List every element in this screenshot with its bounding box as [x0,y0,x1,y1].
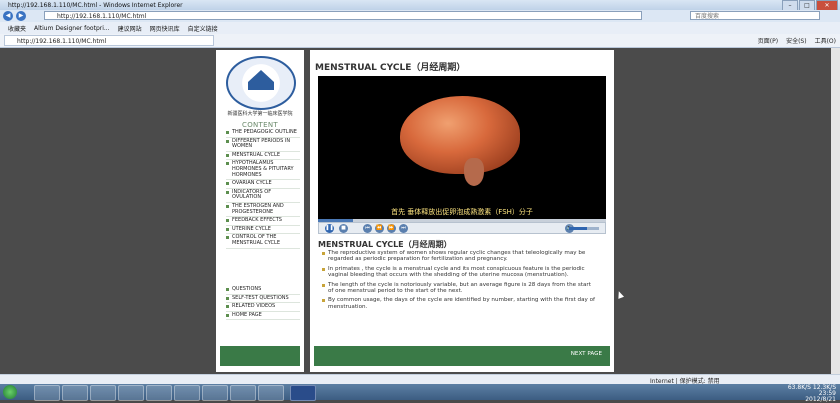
address-input[interactable]: http://192.168.1.110/MC.html [44,11,642,20]
favorite-link[interactable]: 网页快讯库 [150,24,180,33]
next-icon[interactable]: ⏭ [399,224,408,233]
tab-current[interactable]: http://192.168.1.110/MC.html [4,35,214,46]
video-controls: ❚❚ ■ ⏮ ⏪ ⏩ ⏭ 🔊 [318,222,606,234]
back-icon[interactable]: ◀ [3,11,13,21]
sidebar-item-hormones[interactable]: HYPOTHALAMUS HORMONES & PITUITARY HORMON… [226,160,300,181]
favorite-link[interactable]: 建议网站 [118,24,142,33]
volume-slider[interactable] [569,227,599,230]
taskbar-app-icon[interactable] [202,385,228,401]
sidebar-panel: 新疆医科大学第一临床医学院 CONTENT THE PEDAGOGIC OUTL… [216,50,304,372]
sidebar-item-pedagogic-outline[interactable]: THE PEDAGOGIC OUTLINE [226,129,300,138]
address-bar-row: ◀ ▶ http://192.168.1.110/MC.html 百度搜索 [0,10,840,22]
sidebar-item-questions[interactable]: QUESTIONS [226,286,300,295]
search-input[interactable]: 百度搜索 [690,11,820,20]
sidebar-item-menstrual-cycle[interactable]: MENSTRUAL CYCLE [226,152,300,161]
sidebar-item-uterine-cycle[interactable]: UTERINE CYCLE [226,226,300,235]
start-button[interactable] [3,385,17,399]
content-heading: CONTENT [242,121,278,129]
taskbar: 63.8K/S 12.3K/S 23:59 2012/8/21 [0,384,840,403]
taskbar-chrome-icon[interactable] [118,385,144,401]
tools-menu[interactable]: 工具(O) [815,36,836,45]
content-paragraphs: The reproductive system of women shows r… [322,250,598,313]
taskbar-media-icon[interactable] [90,385,116,401]
main-panel: MENSTRUAL CYCLE（月经周期） 首先 垂体释放出促卵泡成熟激素（FS… [310,50,614,372]
pause-icon[interactable]: ❚❚ [325,224,334,233]
sidebar-item-self-test[interactable]: SELF-TEST QUESTIONS [226,295,300,304]
rewind-icon[interactable]: ⏪ [375,224,384,233]
university-logo [226,56,296,110]
sidebar-item-feedback[interactable]: FEEDBACK EFFECTS [226,217,300,226]
sidebar-item-estrogen[interactable]: THE ESTROGEN AND PROGESTERONE [226,203,300,218]
favorite-link[interactable]: Altium Designer footpri... [34,25,110,32]
safety-menu[interactable]: 安全(S) [786,36,807,45]
page-menu[interactable]: 页面(P) [758,36,778,45]
previous-icon[interactable]: ⏮ [363,224,372,233]
paragraph-3: The length of the cycle is notoriously v… [322,282,598,295]
taskbar-app-icon[interactable] [174,385,200,401]
taskbar-app-icon[interactable] [146,385,172,401]
vertical-scrollbar[interactable] [831,48,840,380]
page-title: MENSTRUAL CYCLE（月经周期） [315,63,466,73]
favorites-button[interactable]: 收藏夹 [8,24,26,33]
paragraph-1: The reproductive system of women shows r… [322,250,598,263]
video-subtitle: 首先 垂体释放出促卵泡成熟激素（FSH）分子 [391,208,533,216]
window-title: http://192.168.1.110/MC.html - Windows I… [8,1,183,9]
sidebar-footer [220,346,300,366]
next-page-button[interactable]: NEXT PAGE [571,351,602,357]
command-bar: 页面(P) 安全(S) 工具(O) [750,36,836,45]
tab-bar: http://192.168.1.110/MC.html 页面(P) 安全(S)… [0,34,840,48]
paragraph-2: In primates , the cycle is a menstrual c… [322,266,598,279]
bottom-menu: QUESTIONS SELF-TEST QUESTIONS RELATED VI… [226,286,300,321]
taskbar-ie-icon[interactable] [34,385,60,401]
sidebar-item-different-periods[interactable]: DIFFERENT PERIODS IN WOMEN [226,138,300,152]
taskbar-active-window[interactable] [290,385,316,401]
section-title: MENSTRUAL CYCLE（月经周期） [318,240,452,249]
clock-date: 2012/8/21 [805,396,836,403]
university-name: 新疆医科大学第一临床医学院 [227,111,293,117]
taskbar-explorer-icon[interactable] [62,385,88,401]
paragraph-4: By common usage, the days of the cycle a… [322,297,598,310]
sidebar-item-control[interactable]: CONTROL OF THE MENSTRUAL CYCLE [226,234,300,249]
system-tray: 63.8K/S 12.3K/S 23:59 2012/8/21 [788,385,836,403]
sidebar-item-ovarian-cycle[interactable]: OVARIAN CYCLE [226,180,300,189]
window-titlebar: http://192.168.1.110/MC.html - Windows I… [0,0,840,11]
footer-bar: NEXT PAGE [314,346,610,366]
favorite-link[interactable]: 自定义链接 [188,24,218,33]
sidebar-item-ovulation[interactable]: INDICATORS OF OVULATION [226,189,300,203]
brain-video-frame [400,96,520,186]
sidebar-item-home-page[interactable]: HOME PAGE [226,312,300,321]
content-menu: THE PEDAGOGIC OUTLINE DIFFERENT PERIODS … [226,129,300,249]
fast-forward-icon[interactable]: ⏩ [387,224,396,233]
sidebar-item-related-videos[interactable]: RELATED VIDEOS [226,303,300,312]
video-player[interactable]: 首先 垂体释放出促卵泡成熟激素（FSH）分子 [318,76,606,219]
taskbar-app-icon[interactable] [258,385,284,401]
stop-icon[interactable]: ■ [339,224,348,233]
taskbar-app-icon[interactable] [230,385,256,401]
forward-icon[interactable]: ▶ [16,11,26,21]
